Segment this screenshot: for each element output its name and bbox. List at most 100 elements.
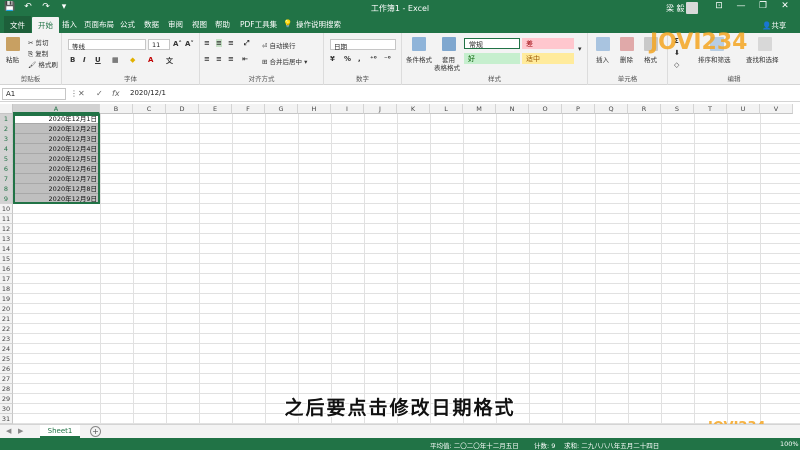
enter-icon[interactable]: ✓ <box>96 89 103 98</box>
cell-a1[interactable]: 2020年12月1日 <box>13 114 99 124</box>
column-header-l[interactable]: L <box>430 104 463 114</box>
format-painter-button[interactable]: 🖌 格式刷 <box>28 59 58 69</box>
tab-file[interactable]: 文件 <box>4 16 31 33</box>
column-header-e[interactable]: E <box>199 104 232 114</box>
align-right-icon[interactable]: ≡ <box>228 55 234 63</box>
column-header-v[interactable]: V <box>760 104 793 114</box>
row-header-3[interactable]: 3 <box>0 134 13 144</box>
ribbon-display-icon[interactable]: ⊡ <box>708 1 730 11</box>
minimize-button[interactable]: — <box>730 1 752 11</box>
column-header-i[interactable]: I <box>331 104 364 114</box>
decrease-decimal-icon[interactable]: ⁻⁰ <box>384 55 391 63</box>
close-button[interactable]: ✕ <box>774 1 796 11</box>
style-good[interactable]: 好 <box>464 53 520 64</box>
column-header-h[interactable]: H <box>298 104 331 114</box>
sheet-next-icon[interactable]: ▶ <box>18 427 23 435</box>
sort-filter-button[interactable]: 排序和筛选 <box>698 54 731 64</box>
user-name[interactable]: 梁 毅 <box>666 3 685 14</box>
share-button[interactable]: 👤共享 <box>762 20 786 31</box>
row-header-21[interactable]: 21 <box>0 314 13 324</box>
format-as-table-label[interactable]: 表格格式 <box>434 62 460 72</box>
tab-home[interactable]: 开始 <box>32 17 59 33</box>
formula-bar-menu-icon[interactable]: ⋮ <box>70 89 78 98</box>
formula-input[interactable]: 2020/12/1 <box>130 89 166 97</box>
tab-data[interactable]: 数据 <box>144 19 159 30</box>
align-left-icon[interactable]: ≡ <box>204 55 210 63</box>
insert-function-icon[interactable]: fx <box>112 89 120 98</box>
select-all-corner[interactable] <box>0 104 13 114</box>
column-header-u[interactable]: U <box>727 104 760 114</box>
row-header-27[interactable]: 27 <box>0 374 13 384</box>
merge-center-button[interactable]: ⊞ 合并后居中 ▾ <box>262 56 307 66</box>
shrink-font-icon[interactable]: A˅ <box>185 40 194 48</box>
cell-a2[interactable]: 2020年12月2日 <box>13 124 99 134</box>
clear-icon[interactable]: ◇ <box>674 61 679 69</box>
bold-button[interactable]: B <box>70 56 75 64</box>
copy-button[interactable]: ⎘ 复制 <box>28 48 48 59</box>
avatar[interactable] <box>686 2 698 14</box>
column-header-g[interactable]: G <box>265 104 298 114</box>
column-header-r[interactable]: R <box>628 104 661 114</box>
cancel-icon[interactable]: ✕ <box>78 89 85 98</box>
border-icon[interactable]: ▦ <box>112 56 119 64</box>
row-header-12[interactable]: 12 <box>0 224 13 234</box>
font-name-select[interactable]: 等线 <box>68 39 146 51</box>
find-select-button[interactable]: 查找和选择 <box>746 54 779 64</box>
column-header-s[interactable]: S <box>661 104 694 114</box>
column-header-o[interactable]: O <box>529 104 562 114</box>
conditional-format-icon[interactable] <box>412 37 426 51</box>
row-header-17[interactable]: 17 <box>0 274 13 284</box>
insert-cells-button[interactable]: 插入 <box>596 54 609 64</box>
row-header-9[interactable]: 9 <box>0 194 13 204</box>
conditional-format-button[interactable]: 条件格式 <box>406 54 432 64</box>
tab-page-layout[interactable]: 页面布局 <box>84 19 114 30</box>
paste-icon[interactable] <box>6 37 20 51</box>
row-header-25[interactable]: 25 <box>0 354 13 364</box>
style-neutral[interactable]: 适中 <box>522 53 574 64</box>
worksheet-grid[interactable]: A B C D E F G H I J K L M N O P Q R S T U V 1 2 3 4 5 6 7 8 9 10 11 12 13 1… <box>0 104 800 424</box>
indent-icon[interactable]: ⇤ <box>242 55 248 63</box>
delete-cells-button[interactable]: 删除 <box>620 54 633 64</box>
row-header-19[interactable]: 19 <box>0 294 13 304</box>
currency-icon[interactable]: ¥ <box>330 55 335 63</box>
format-cells-button[interactable]: 格式 <box>644 54 657 64</box>
zoom-level[interactable]: 100% <box>780 440 799 448</box>
align-bottom-icon[interactable]: ≡ <box>228 39 234 47</box>
column-header-p[interactable]: P <box>562 104 595 114</box>
row-header-20[interactable]: 20 <box>0 304 13 314</box>
column-header-b[interactable]: B <box>100 104 133 114</box>
font-size-select[interactable]: 11 <box>148 39 170 50</box>
format-as-table-icon[interactable] <box>442 37 456 51</box>
insert-cells-icon[interactable] <box>596 37 610 51</box>
tell-me-search[interactable]: 操作说明搜索 <box>296 19 341 30</box>
row-header-24[interactable]: 24 <box>0 344 13 354</box>
delete-cells-icon[interactable] <box>620 37 634 51</box>
row-header-18[interactable]: 18 <box>0 284 13 294</box>
tab-review[interactable]: 审阅 <box>168 19 183 30</box>
orientation-icon[interactable]: ⤢ <box>244 39 250 48</box>
column-header-a[interactable]: A <box>13 104 100 114</box>
column-header-t[interactable]: T <box>694 104 727 114</box>
cell-a6[interactable]: 2020年12月6日 <box>13 164 99 174</box>
comma-button[interactable]: , <box>358 55 361 63</box>
row-header-23[interactable]: 23 <box>0 334 13 344</box>
align-center-icon[interactable]: ≡ <box>216 55 222 63</box>
sheet-prev-icon[interactable]: ◀ <box>6 427 11 435</box>
column-header-k[interactable]: K <box>397 104 430 114</box>
column-header-n[interactable]: N <box>496 104 529 114</box>
cut-button[interactable]: ✂ 剪切 <box>28 37 49 47</box>
row-header-14[interactable]: 14 <box>0 244 13 254</box>
fill-color-icon[interactable]: ◆ <box>130 56 135 64</box>
row-header-6[interactable]: 6 <box>0 164 13 174</box>
row-header-26[interactable]: 26 <box>0 364 13 374</box>
row-header-4[interactable]: 4 <box>0 144 13 154</box>
cell-a7[interactable]: 2020年12月7日 <box>13 174 99 184</box>
row-header-2[interactable]: 2 <box>0 124 13 134</box>
tab-insert[interactable]: 插入 <box>62 19 77 30</box>
percent-button[interactable]: % <box>344 55 351 63</box>
row-header-7[interactable]: 7 <box>0 174 13 184</box>
column-header-d[interactable]: D <box>166 104 199 114</box>
tab-formulas[interactable]: 公式 <box>120 19 135 30</box>
restore-button[interactable]: ❐ <box>752 1 774 11</box>
wrap-text-button[interactable]: ⏎ 自动换行 <box>262 40 296 50</box>
